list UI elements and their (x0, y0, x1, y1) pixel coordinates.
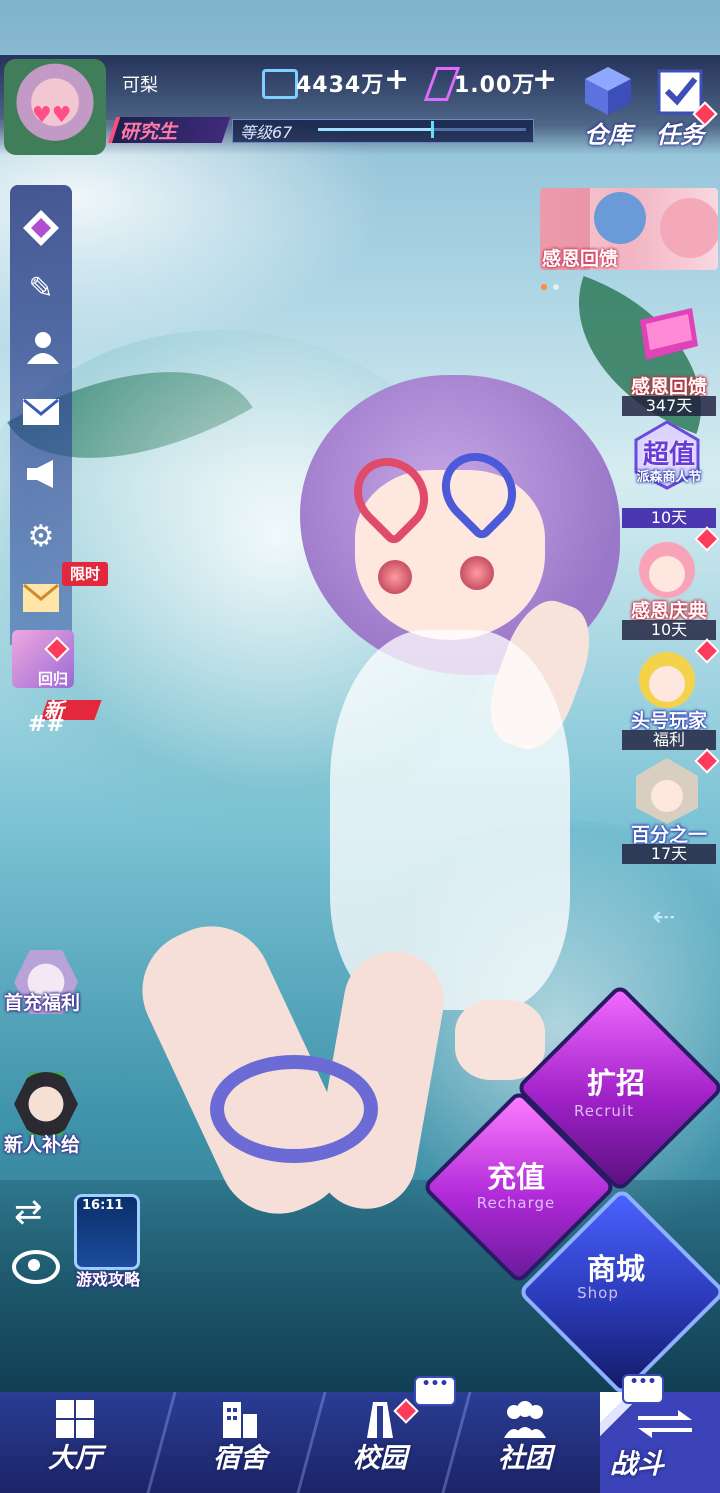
event-name: 百分之一 (630, 824, 707, 846)
mail-icon[interactable] (20, 391, 62, 433)
heart-glasses-icon: ♥♥ (32, 103, 72, 128)
shop-label: 商城 (586, 1252, 645, 1286)
event-banner-label: 感恩回馈 (542, 248, 619, 270)
warehouse-label: 仓库 (584, 121, 632, 149)
game-guide-label[interactable]: 游戏攻略 (76, 1266, 140, 1290)
gold-currency-icon (262, 69, 298, 99)
event-top-player[interactable]: 头号玩家 福利 (622, 638, 720, 750)
grid-icon (56, 1400, 94, 1438)
diamond-menu-icon[interactable] (20, 207, 62, 249)
recharge-sublabel: Recharge (476, 1194, 556, 1212)
newbie-supply-label[interactable]: 新人补给 (4, 1130, 80, 1157)
gem-amount: 1.00万 (454, 73, 536, 98)
return-event-label: 回归 (38, 670, 69, 688)
event-days: 福利 (622, 730, 716, 750)
foxgirl-avatar-icon (639, 542, 695, 598)
add-gold-button[interactable]: + (384, 65, 409, 95)
gold-amount: 4434万 (296, 73, 385, 98)
silver-hair-avatar-icon (636, 758, 698, 824)
campus-gate-icon (367, 1402, 393, 1438)
player-title: 研究生 (120, 121, 178, 143)
nav-club-label: 社团 (498, 1443, 552, 1474)
character-eye (378, 560, 412, 594)
character-eye (460, 556, 494, 590)
tasks-button[interactable]: 任务 (648, 63, 718, 149)
player-avatar[interactable]: ♥♥ (4, 59, 106, 155)
pagination-dot (553, 284, 559, 290)
nav-dorm[interactable]: 宿舍 (165, 1392, 315, 1493)
nav-hall-label: 大厅 (48, 1443, 102, 1474)
phone-time: 16:11 (82, 1198, 124, 1213)
recruit-label: 扩招 (586, 1066, 645, 1100)
nav-campus[interactable]: 校园 (305, 1392, 455, 1493)
collapse-arrow-icon[interactable]: ⇠ (652, 900, 675, 933)
banner-pagination (541, 275, 565, 294)
battle-arrows-icon (638, 1410, 692, 1438)
event-days: 17天 (622, 844, 716, 864)
character-body[interactable] (330, 630, 570, 1010)
player-name: 可梨 (122, 75, 158, 96)
event-name: 头号玩家 (630, 710, 707, 732)
edit-icon[interactable]: ✎ (20, 267, 62, 309)
nav-club[interactable]: 社团 (450, 1392, 600, 1493)
recruit-sublabel: Recruit (574, 1102, 634, 1120)
event-days: 10天 (622, 620, 716, 640)
nav-battle[interactable]: 战斗 (600, 1392, 720, 1493)
top-bar: ♥♥ 可梨 研究生 等级67 4434万 + 1.00万 + 仓库 任务 (0, 55, 720, 155)
building-icon (223, 1402, 257, 1438)
ticket-card-icon (640, 308, 698, 360)
level-label: 等级67 (240, 123, 293, 142)
event-subtitle: 派森商人节 (636, 470, 702, 485)
nav-hall[interactable]: 大厅 (0, 1392, 150, 1493)
settings-gear-icon[interactable]: ⚙ (20, 515, 62, 557)
event-name: 感恩庆典 (630, 600, 707, 622)
swap-arrows-icon[interactable]: ⇄ (14, 1192, 43, 1232)
add-gem-button[interactable]: + (532, 65, 557, 95)
warehouse-button[interactable]: 仓库 (576, 63, 640, 149)
nav-battle-label: 战斗 (610, 1449, 664, 1480)
event-days: 10天 (622, 508, 716, 528)
eye-icon[interactable] (12, 1250, 60, 1284)
chat-bubble-icon[interactable] (622, 1374, 664, 1404)
event-value-merchant[interactable]: 超值 派森商人节 10天 (622, 420, 716, 530)
event-days: 347天 (622, 396, 716, 416)
hash-event-icon[interactable]: ## (28, 712, 65, 737)
announcement-icon[interactable] (20, 453, 62, 495)
recharge-label: 充值 (486, 1160, 545, 1194)
event-thanks-celebration[interactable]: 感恩庆典 10天 (622, 526, 720, 640)
xp-progress-fill (318, 128, 433, 131)
cube-icon (585, 67, 631, 115)
blonde-avatar-icon (639, 652, 695, 708)
leg-ring (210, 1055, 378, 1163)
pagination-dot-active (541, 284, 547, 290)
event-name: 感恩回馈 (630, 376, 707, 398)
event-thanks-feedback[interactable]: 感恩回馈 347天 (622, 300, 716, 418)
envelope-event-icon[interactable] (20, 577, 62, 619)
nav-campus-label: 校园 (353, 1443, 407, 1474)
group-icon (504, 1401, 546, 1438)
first-recharge-label[interactable]: 首充福利 (4, 988, 80, 1015)
friends-icon[interactable] (20, 327, 62, 369)
xp-progress-marker (431, 121, 435, 138)
character-hand (455, 1000, 545, 1080)
xp-progress-bar (318, 121, 526, 138)
nav-dorm-label: 宿舍 (213, 1443, 267, 1474)
shop-sublabel: Shop (577, 1284, 619, 1302)
event-one-percent[interactable]: 百分之一 17天 (622, 748, 720, 864)
limited-time-tag: 限时 (62, 562, 108, 586)
